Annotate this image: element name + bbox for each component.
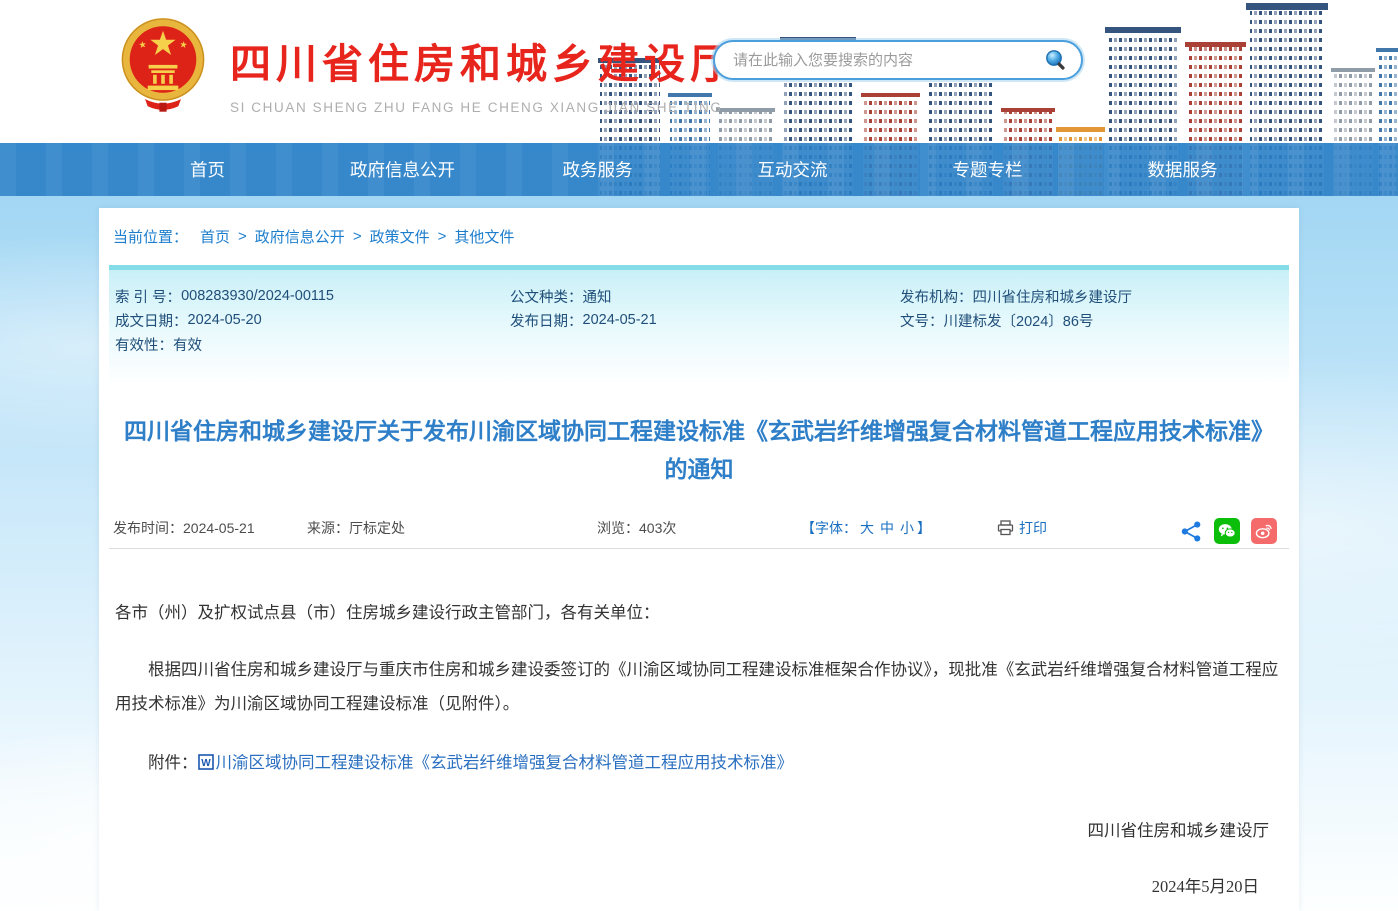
nav-item-data[interactable]: 数据服务 bbox=[1085, 143, 1280, 196]
svg-text:W: W bbox=[201, 758, 211, 769]
font-size-widget: 【字体：大中小】 bbox=[801, 518, 931, 538]
printer-icon bbox=[997, 520, 1014, 536]
font-size-large-button[interactable]: 大 bbox=[860, 520, 874, 536]
meta-index-label: 索 引 号： bbox=[115, 286, 181, 307]
national-emblem-logo bbox=[118, 16, 208, 112]
search-icon[interactable] bbox=[1043, 47, 1069, 73]
breadcrumb-info-public[interactable]: 政府信息公开 bbox=[255, 226, 345, 247]
publish-time: 发布时间：2024-05-21 bbox=[113, 518, 255, 538]
brand-text: 四川省住房和城乡建设厅 SI CHUAN SHENG ZHU FANG HE C… bbox=[230, 16, 736, 115]
site-header: 四川省住房和城乡建设厅 SI CHUAN SHENG ZHU FANG HE C… bbox=[0, 0, 1398, 143]
breadcrumb-separator: > bbox=[238, 228, 247, 245]
nav-item-home[interactable]: 首页 bbox=[110, 143, 305, 196]
meta-doc-type: 公文种类： 通知 bbox=[510, 284, 900, 308]
breadcrumb-location-label: 当前位置： bbox=[113, 226, 188, 247]
site-subtitle-pinyin: SI CHUAN SHENG ZHU FANG HE CHENG XIANG J… bbox=[230, 100, 736, 115]
article-meta-row: 发布时间：2024-05-21 来源：厅标定处 浏览：403次 【字体：大中小】… bbox=[109, 514, 1289, 542]
nav-item-services[interactable]: 政务服务 bbox=[500, 143, 695, 196]
publish-time-value: 2024-05-21 bbox=[183, 520, 255, 536]
attachment-link[interactable]: 川渝区域协同工程建设标准《玄武岩纤维增强复合材料管道工程应用技术标准》 bbox=[216, 753, 794, 772]
article-source-value: 厅标定处 bbox=[349, 520, 405, 536]
meta-written-date-value: 2024-05-20 bbox=[188, 312, 262, 328]
breadcrumb-separator: > bbox=[353, 228, 362, 245]
nav-item-interaction[interactable]: 互动交流 bbox=[695, 143, 890, 196]
main-nav-items: 首页 政府信息公开 政务服务 互动交流 专题专栏 数据服务 bbox=[110, 143, 1280, 196]
site-title: 四川省住房和城乡建设厅 bbox=[230, 30, 736, 90]
font-size-prefix: 【字体： bbox=[801, 520, 857, 536]
article-body: 各市（州）及扩权试点县（市）住房城乡建设行政主管部门，各有关单位： 根据四川省住… bbox=[109, 599, 1289, 897]
meta-validity-value: 有效 bbox=[173, 334, 202, 355]
breadcrumb-separator: > bbox=[438, 228, 447, 245]
document-meta-panel: 索 引 号： 008283930/2024-00115 公文种类： 通知 发布机… bbox=[109, 265, 1289, 382]
breadcrumb-other-docs[interactable]: 其他文件 bbox=[454, 226, 514, 247]
main-nav: 首页 政府信息公开 政务服务 互动交流 专题专栏 数据服务 bbox=[0, 143, 1398, 196]
attachment-label: 附件： bbox=[148, 753, 198, 772]
view-count-value: 403次 bbox=[639, 520, 676, 536]
meta-validity-label: 有效性： bbox=[115, 334, 173, 355]
meta-written-date: 成文日期： 2024-05-20 bbox=[115, 308, 510, 332]
meta-doc-number-value: 川建标发〔2024〕86号 bbox=[944, 310, 1094, 331]
print-label: 打印 bbox=[1019, 518, 1047, 538]
font-size-medium-button[interactable]: 中 bbox=[880, 520, 894, 536]
view-count: 浏览：403次 bbox=[597, 518, 676, 538]
article-source-label: 来源： bbox=[307, 520, 349, 536]
font-size-small-button[interactable]: 小 bbox=[900, 520, 914, 536]
word-doc-icon: W bbox=[198, 754, 214, 770]
attachment-line: 附件：W 川渝区域协同工程建设标准《玄武岩纤维增强复合材料管道工程应用技术标准》 bbox=[115, 749, 1283, 773]
weibo-share-icon[interactable] bbox=[1251, 518, 1277, 544]
signature-date: 2024年5月20日 bbox=[115, 873, 1283, 897]
wechat-share-icon[interactable] bbox=[1214, 518, 1240, 544]
site-brand: 四川省住房和城乡建设厅 SI CHUAN SHENG ZHU FANG HE C… bbox=[118, 16, 736, 115]
search-box bbox=[713, 40, 1083, 80]
view-count-label: 浏览： bbox=[597, 520, 639, 536]
breadcrumb-home[interactable]: 首页 bbox=[200, 226, 230, 247]
salutation: 各市（州）及扩权试点县（市）住房城乡建设行政主管部门，各有关单位： bbox=[115, 599, 1283, 623]
meta-publish-date-value: 2024-05-21 bbox=[583, 312, 657, 328]
article-source: 来源：厅标定处 bbox=[307, 518, 405, 538]
content-card: 当前位置： 首页 > 政府信息公开 > 政策文件 > 其他文件 索 引 号： 0… bbox=[99, 208, 1299, 911]
print-button[interactable]: 打印 bbox=[997, 518, 1047, 538]
signature-org: 四川省住房和城乡建设厅 bbox=[115, 817, 1283, 841]
font-size-suffix: 】 bbox=[917, 520, 931, 536]
meta-publish-date-label: 发布日期： bbox=[510, 310, 583, 331]
meta-issuer: 发布机构： 四川省住房和城乡建设厅 bbox=[900, 284, 1283, 308]
nav-item-info-public[interactable]: 政府信息公开 bbox=[305, 143, 500, 196]
meta-divider bbox=[109, 548, 1289, 549]
meta-doc-type-label: 公文种类： bbox=[510, 286, 583, 307]
meta-index-value: 008283930/2024-00115 bbox=[181, 288, 334, 304]
page: 四川省住房和城乡建设厅 SI CHUAN SHENG ZHU FANG HE C… bbox=[0, 0, 1398, 911]
share-bar bbox=[1180, 518, 1277, 544]
meta-issuer-label: 发布机构： bbox=[900, 286, 973, 307]
meta-issuer-value: 四川省住房和城乡建设厅 bbox=[973, 286, 1133, 307]
body-paragraph: 根据四川省住房和城乡建设厅与重庆市住房和城乡建设委签订的《川渝区域协同工程建设标… bbox=[115, 653, 1283, 721]
search-input[interactable] bbox=[733, 52, 1043, 69]
meta-doc-type-value: 通知 bbox=[583, 286, 612, 307]
meta-validity: 有效性： 有效 bbox=[115, 332, 510, 356]
article-title: 四川省住房和城乡建设厅关于发布川渝区域协同工程建设标准《玄武岩纤维增强复合材料管… bbox=[119, 412, 1279, 488]
nav-item-topics[interactable]: 专题专栏 bbox=[890, 143, 1085, 196]
meta-publish-date: 发布日期： 2024-05-21 bbox=[510, 308, 900, 332]
share-icon[interactable] bbox=[1180, 520, 1203, 543]
breadcrumb-policy-docs[interactable]: 政策文件 bbox=[370, 226, 430, 247]
meta-doc-number: 文号： 川建标发〔2024〕86号 bbox=[900, 308, 1283, 332]
breadcrumb: 当前位置： 首页 > 政府信息公开 > 政策文件 > 其他文件 bbox=[109, 208, 1289, 265]
meta-doc-number-label: 文号： bbox=[900, 310, 944, 331]
meta-written-date-label: 成文日期： bbox=[115, 310, 188, 331]
publish-time-label: 发布时间： bbox=[113, 520, 183, 536]
meta-index: 索 引 号： 008283930/2024-00115 bbox=[115, 284, 510, 308]
